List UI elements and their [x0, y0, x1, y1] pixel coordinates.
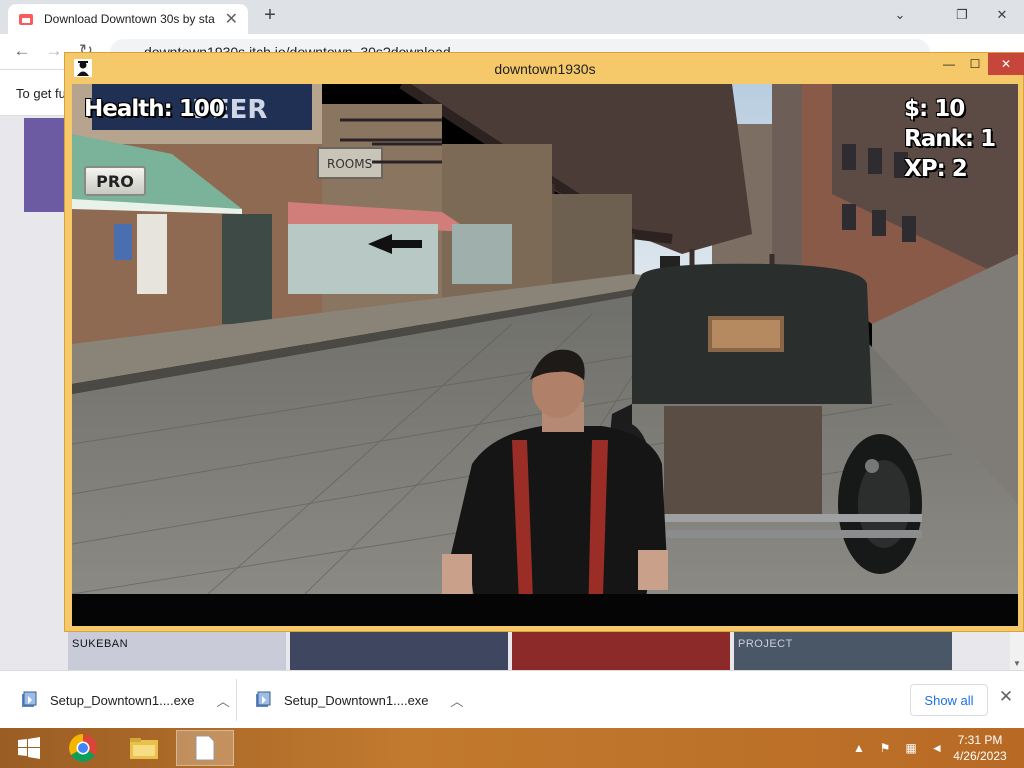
windows-taskbar: ▲ ⚑ ▦ ◄ 7:31 PM 4/26/2023 [0, 728, 1024, 768]
flag-icon[interactable]: ⚑ [876, 741, 894, 755]
taskbar-game-app[interactable] [176, 730, 234, 766]
game-maximize-icon[interactable]: ☐ [963, 53, 987, 75]
tab-close-icon[interactable]: ✕ [225, 9, 238, 29]
info-text: To get fu [16, 86, 66, 101]
thumbnail-label: SUKEBAN [72, 638, 129, 650]
page-side-tile [24, 118, 64, 212]
browser-restore-icon[interactable]: ❐ [942, 0, 982, 30]
installer-file-icon [22, 691, 37, 707]
download-item[interactable]: Setup_Downtown1....exe ︿ [20, 683, 230, 717]
chrome-icon [69, 734, 97, 762]
download-shelf: Setup_Downtown1....exe ︿ Setup_Downtown1… [0, 670, 1024, 728]
start-button[interactable] [0, 730, 58, 766]
clock-date: 4/26/2023 [953, 749, 1007, 763]
download-separator [236, 679, 237, 721]
browser-tab[interactable]: Download Downtown 30s by sta ✕ [8, 4, 248, 34]
tray-expand-icon[interactable]: ▲ [850, 741, 868, 755]
game-window-title: downtown1930s [494, 61, 596, 77]
browser-close-icon[interactable]: ✕ [982, 0, 1022, 30]
close-download-bar-icon[interactable]: ✕ [994, 687, 1018, 711]
system-tray: ▲ ⚑ ▦ ◄ [850, 728, 954, 768]
thumbnail[interactable] [512, 632, 730, 670]
itchio-favicon-icon [19, 14, 33, 25]
poster [114, 224, 132, 260]
thumbnail-label: PROJECT [738, 638, 793, 650]
game-viewport[interactable]: BEER ROOMS Health: 100 $: 10 Rank: 1 XP:… [72, 84, 1018, 626]
chevron-up-icon[interactable]: ︿ [451, 691, 464, 710]
document-icon [195, 735, 215, 761]
clock-time: 7:31 PM [957, 733, 1003, 747]
viewport-bottom-bar [72, 594, 1018, 626]
pro-button[interactable]: PRO [84, 166, 146, 196]
browser-tab-bar: Download Downtown 30s by sta ✕ + ⌄ ❐ ✕ [0, 0, 1024, 34]
game-titlebar[interactable]: downtown1930s — ☐ ✕ [65, 53, 1024, 83]
xp-counter: XP: 2 [904, 156, 968, 182]
shop-window [288, 224, 438, 294]
thumbnail[interactable]: PROJECT [734, 632, 952, 670]
show-all-button[interactable]: Show all [910, 684, 988, 716]
game-thumbnails: SUKEBAN PROJECT [68, 632, 1008, 670]
poster [137, 214, 167, 294]
money-counter: $: 10 [904, 96, 965, 122]
thumbnail[interactable]: SUKEBAN [68, 632, 286, 670]
game-window: downtown1930s — ☐ ✕ BEER ROOMS Health: 1… [64, 52, 1024, 632]
rank-counter: Rank: 1 [904, 126, 996, 152]
browser-tab-search-icon[interactable]: ⌄ [880, 0, 920, 30]
taskbar-file-explorer[interactable] [115, 730, 173, 766]
rooms-sign-text: ROOMS [327, 157, 372, 171]
tab-title: Download Downtown 30s by sta [44, 12, 215, 26]
chevron-up-icon[interactable]: ︿ [217, 691, 230, 710]
shop-window [452, 224, 512, 284]
health-counter: Health: 100 [84, 96, 225, 122]
game-minimize-icon[interactable]: — [937, 53, 961, 75]
scroll-down-icon[interactable]: ▼ [1010, 659, 1024, 668]
new-tab-icon[interactable]: + [258, 4, 282, 27]
taskbar-chrome[interactable] [54, 730, 112, 766]
folder-icon [130, 738, 158, 759]
network-icon[interactable]: ▦ [902, 741, 920, 755]
download-filename: Setup_Downtown1....exe [50, 692, 195, 708]
download-filename: Setup_Downtown1....exe [284, 692, 429, 708]
forward-icon[interactable]: → [42, 41, 66, 63]
game-scene: BEER ROOMS [72, 84, 1018, 626]
taskbar-clock[interactable]: 7:31 PM 4/26/2023 [944, 732, 1016, 764]
installer-file-icon [256, 691, 271, 707]
windows-logo-icon [18, 737, 40, 759]
thumbnail[interactable] [290, 632, 508, 670]
shop-door [222, 214, 272, 324]
back-icon[interactable]: ← [10, 41, 34, 63]
download-item[interactable]: Setup_Downtown1....exe ︿ [254, 683, 464, 717]
game-close-icon[interactable]: ✕ [988, 53, 1024, 75]
